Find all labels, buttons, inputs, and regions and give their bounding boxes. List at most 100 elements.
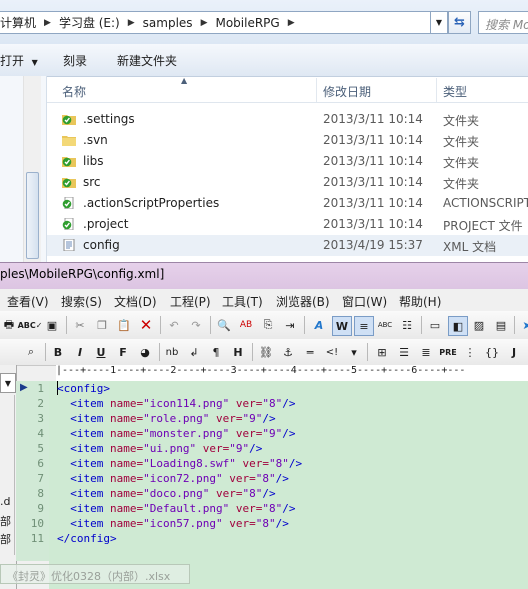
file-row[interactable]: .svn 2013/3/11 10:14 文件夹 (47, 130, 528, 151)
delete-icon[interactable]: ✕ (137, 316, 155, 334)
column-divider[interactable] (436, 78, 437, 102)
goto-icon[interactable]: ⇥ (281, 316, 299, 334)
font-icon[interactable]: A (310, 316, 328, 334)
ordered-list-icon[interactable]: ⋮ (461, 343, 479, 361)
ruler-toggle-icon[interactable]: ABC (376, 316, 394, 334)
spellcheck-icon[interactable]: ABC✓ (18, 316, 43, 334)
breadcrumb-drive[interactable]: 学习盘 (E:) (59, 14, 120, 31)
column-name[interactable]: 名称 (62, 83, 86, 100)
menu-help[interactable]: 帮助(H) (399, 293, 441, 310)
file-name: libs (83, 154, 104, 168)
column-type[interactable]: 类型 (443, 83, 467, 100)
code-icon[interactable]: {} (483, 343, 501, 361)
find-in-files-icon[interactable]: ⎘ (259, 316, 277, 334)
redo-icon[interactable]: ↷ (187, 316, 205, 334)
breadcrumb-computer[interactable]: 计算机 (0, 14, 36, 31)
file-row[interactable]: libs 2013/3/11 10:14 文件夹 (47, 151, 528, 172)
find-icon[interactable]: 🔍 (215, 316, 233, 334)
taskbar-item[interactable]: 《封灵》优化0328（内部）.xlsx (0, 564, 190, 584)
breadcrumb-samples[interactable]: samples (143, 16, 193, 30)
javascript-icon[interactable]: J (505, 343, 523, 361)
burn-button[interactable]: 刻录 (63, 52, 87, 69)
view-split-icon[interactable]: ◧ (448, 316, 468, 336)
xml-attribute: ver= (242, 457, 269, 470)
bold-icon[interactable]: B (49, 343, 67, 361)
ruler: |---+----1----+----2----+----3----+----4… (56, 365, 528, 382)
italic-icon[interactable]: I (71, 343, 89, 361)
xml-attribute: name= (110, 397, 144, 410)
address-bar[interactable]: 计算机 ▶ 学习盘 (E:) ▶ samples ▶ MobileRPG ▶ (0, 11, 440, 34)
breadcrumb-separator-icon[interactable]: ▶ (36, 18, 59, 28)
file-row[interactable]: .project 2013/3/11 10:14 PROJECT 文件 (47, 214, 528, 235)
menu-browser[interactable]: 浏览器(B) (276, 293, 330, 310)
paste-icon[interactable]: 📋 (115, 316, 133, 334)
menu-document[interactable]: 文档(D) (114, 293, 157, 310)
heading-icon[interactable]: H (229, 343, 247, 361)
replace-icon[interactable]: AB (237, 316, 255, 334)
file-date: 2013/3/11 10:14 (323, 175, 423, 189)
panel-item[interactable]: 部 (0, 531, 11, 547)
xml-tag: <item (70, 517, 104, 530)
xml-tag-close: /> (282, 427, 296, 440)
line-number: 1 (37, 382, 44, 395)
font-tag-icon[interactable]: F (114, 343, 132, 361)
nbsp-icon[interactable]: nb (163, 343, 181, 361)
paragraph-icon[interactable]: ¶ (207, 343, 225, 361)
scrollbar-thumb[interactable] (26, 172, 39, 259)
horizontal-rule-icon[interactable]: ═ (301, 343, 319, 361)
link-icon[interactable]: ⛓ (257, 343, 275, 361)
address-dropdown-button[interactable]: ▼ (430, 11, 448, 34)
refresh-button[interactable]: ⇆ (448, 11, 471, 34)
zoom-icon[interactable]: ⌕ (22, 343, 40, 361)
column-divider[interactable] (316, 78, 317, 102)
view-image-icon[interactable]: ▨ (470, 316, 488, 334)
xml-value: "Default.png" (143, 502, 230, 515)
list-icon[interactable]: ≣ (417, 343, 435, 361)
preformatted-icon[interactable]: PRE (439, 343, 457, 361)
line-number: 9 (37, 502, 44, 515)
column-date[interactable]: 修改日期 (323, 83, 371, 100)
file-row[interactable]: .settings 2013/3/11 10:14 文件夹 (47, 109, 528, 130)
menu-view[interactable]: 查看(V) (7, 293, 49, 310)
cut-icon[interactable]: ✂ (71, 316, 89, 334)
word-wrap-icon[interactable]: W (332, 316, 352, 336)
copy-icon[interactable]: ❐ (93, 316, 111, 334)
menu-project[interactable]: 工程(P) (170, 293, 211, 310)
search-input[interactable]: 搜索 Mo (478, 11, 528, 34)
column-mode-icon[interactable]: ☷ (398, 316, 416, 334)
code-line: <item name="Default.png" ver="8"/> (57, 502, 295, 515)
menu-window[interactable]: 窗口(W) (342, 293, 387, 310)
view-page-icon[interactable]: ▤ (492, 316, 510, 334)
panel-item[interactable]: 部 (0, 513, 11, 529)
panel-dropdown[interactable]: ▼ (0, 373, 16, 393)
chevron-down-icon[interactable]: ▾ (345, 343, 363, 361)
underline-icon[interactable]: U (92, 343, 110, 361)
line-break-icon[interactable]: ↲ (185, 343, 203, 361)
color-icon[interactable]: ◕ (136, 343, 154, 361)
table-icon[interactable]: ⊞ (373, 343, 391, 361)
file-row[interactable]: src 2013/3/11 10:14 文件夹 (47, 172, 528, 193)
breadcrumb-separator-icon[interactable]: ▶ (120, 18, 143, 28)
xml-attribute: ver= (235, 502, 263, 515)
line-numbers-icon[interactable]: ≡ (354, 316, 374, 336)
breadcrumb-mobilerpg[interactable]: MobileRPG (215, 16, 279, 30)
file-row[interactable]: config 2013/4/19 15:37 XML 文档 (47, 235, 528, 256)
center-align-icon[interactable]: ☰ (395, 343, 413, 361)
print-icon[interactable]: 🖶 (0, 316, 18, 334)
menu-tools[interactable]: 工具(T) (222, 293, 263, 310)
view-normal-icon[interactable]: ▭ (426, 316, 444, 334)
panel-item[interactable]: .d (0, 495, 10, 508)
comment-icon[interactable]: <! (323, 343, 341, 361)
xml-attribute: ver= (215, 487, 243, 500)
undo-icon[interactable]: ↶ (165, 316, 183, 334)
preview-icon[interactable]: ▣ (43, 316, 61, 334)
open-button[interactable]: 打开 ▼ (0, 52, 38, 69)
menu-search[interactable]: 搜索(S) (61, 293, 102, 310)
anchor-icon[interactable]: ⚓ (279, 343, 297, 361)
breadcrumb-separator-icon[interactable]: ▶ (193, 18, 216, 28)
pointer-icon[interactable]: ➤ (518, 316, 528, 334)
new-folder-button[interactable]: 新建文件夹 (117, 52, 177, 69)
breadcrumb-separator-icon[interactable]: ▶ (280, 18, 303, 28)
file-row[interactable]: .actionScriptProperties 2013/3/11 10:14 AC… (47, 193, 528, 214)
